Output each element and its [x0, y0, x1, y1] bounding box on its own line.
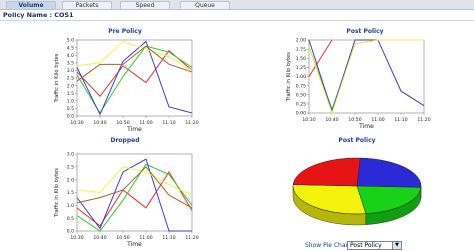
x-axis-label: Time [358, 123, 374, 130]
plot-area [76, 39, 193, 117]
series-line [76, 166, 193, 196]
x-tick-label: 10:30 [70, 120, 83, 126]
x-tick-label: 10:30 [302, 117, 315, 123]
series-line [76, 40, 193, 116]
pie-slice [356, 157, 422, 188]
y-axis-label: Traffic in Kilo bytes [286, 52, 292, 102]
x-tick-label: 11:00 [139, 235, 152, 241]
tab-bar: Volume Packets Speed Queue [0, 0, 474, 10]
series-line [76, 40, 193, 71]
pie-chart-select[interactable]: Post Policy ▼ [347, 241, 402, 250]
x-tick-label: 11:10 [162, 235, 175, 241]
pre-policy-chart: 0.0 0.51.0 1.5 2.02.5 3.03.5 4.0 4.55.0 10:30 10… [54, 38, 199, 133]
tab-queue[interactable]: Queue [180, 1, 230, 9]
x-tick-label: 11:20 [185, 120, 198, 126]
y-tick-label: 2.0 [67, 83, 74, 89]
plot-area [76, 153, 193, 232]
y-tick-label: 1.0 [67, 203, 74, 209]
policy-name-label: Policy Name : COS1 [3, 11, 74, 19]
plot-area [308, 39, 425, 114]
x-tick-label: 10:50 [348, 117, 361, 123]
x-tick-label: 11:20 [185, 235, 198, 241]
y-tick-label: 2.0 [67, 177, 74, 183]
y-tick-label: 3.0 [67, 68, 74, 74]
pie-slice [356, 185, 422, 214]
x-axis-label: Time [126, 241, 142, 248]
series-line [76, 171, 193, 227]
tab-packets[interactable]: Packets [62, 1, 112, 9]
tab-volume[interactable]: Volume [6, 1, 56, 9]
y-tick-label: 0.5 [67, 216, 74, 222]
series-line [76, 49, 193, 98]
y-tick-label: 0.75 [296, 83, 306, 89]
pie-chart-select-value: Post Policy [350, 242, 382, 249]
y-axis-label: Traffic in Kilo bytes [54, 168, 60, 218]
dropped-chart: 0.0 0.5 1.0 1.5 2.0 2.5 3.0 10:30 10:40 10:50 11:0… [54, 152, 199, 248]
series-line [308, 39, 333, 77]
pie-slice-side [365, 187, 422, 225]
post-policy-chart: 0.00 0.25 0.50 0.75 1.00 1.25 1.50 1.75 2.00 10:3… [286, 38, 431, 130]
y-tick-label: 1.0 [67, 99, 74, 105]
series-line [76, 45, 193, 114]
y-tick-label: 0.5 [67, 106, 74, 112]
y-tick-label: 0.0 [67, 229, 74, 235]
y-tick-label: 1.5 [67, 190, 74, 196]
x-tick-label: 11:00 [139, 120, 152, 126]
x-tick-label: 10:30 [70, 235, 83, 241]
y-tick-label: 2.00 [296, 38, 306, 44]
x-tick-label: 10:40 [325, 117, 338, 123]
series-line [308, 39, 424, 111]
series-line [308, 39, 424, 115]
y-tick-label: 1.75 [296, 47, 306, 53]
y-tick-label: 2.5 [67, 76, 74, 82]
y-tick-label: 5.0 [67, 38, 74, 44]
x-tick-label: 10:40 [93, 235, 106, 241]
series-line [76, 158, 192, 232]
policy-header: Policy Name : COS1 [0, 10, 474, 21]
pie-slice [292, 184, 367, 215]
x-axis-label: Time [126, 126, 142, 133]
series-line [308, 39, 425, 113]
y-tick-label: 1.25 [296, 65, 306, 71]
x-tick-label: 11:10 [162, 120, 175, 126]
y-tick-label: 3.0 [67, 152, 74, 158]
x-tick-label: 10:50 [116, 235, 129, 241]
post-policy-title: Post Policy [346, 28, 384, 35]
x-tick-label: 11:20 [417, 117, 430, 123]
y-tick-label: 3.5 [67, 61, 74, 67]
y-tick-label: 0.25 [296, 102, 306, 108]
x-tick-label: 10:50 [116, 120, 129, 126]
y-tick-label: 0.0 [67, 114, 74, 120]
series-line [76, 45, 193, 82]
y-tick-label: 1.00 [296, 74, 306, 80]
y-tick-label: 0.00 [296, 111, 306, 117]
pie-chart [292, 157, 422, 226]
y-axis-label: Traffic in Kilo bytes [54, 53, 60, 103]
chevron-down-icon[interactable]: ▼ [392, 242, 401, 249]
pie-title: Post Policy [338, 137, 376, 144]
y-tick-label: 4.0 [67, 53, 74, 59]
series-line [76, 166, 193, 209]
pie-slice-side [292, 185, 367, 226]
x-tick-label: 11:00 [371, 117, 384, 123]
x-tick-label: 11:10 [394, 117, 407, 123]
x-tick-label: 10:40 [93, 120, 106, 126]
series-line [76, 163, 193, 232]
y-tick-label: 4.5 [67, 45, 74, 51]
pie-slice [292, 157, 361, 187]
dropped-title: Dropped [110, 137, 140, 144]
y-tick-label: 0.50 [296, 92, 306, 98]
pre-policy-title: Pre Policy [108, 28, 142, 35]
y-tick-label: 1.5 [67, 91, 74, 97]
y-tick-label: 2.5 [67, 165, 74, 171]
tab-speed[interactable]: Speed [120, 1, 170, 9]
y-tick-label: 1.50 [296, 56, 306, 62]
